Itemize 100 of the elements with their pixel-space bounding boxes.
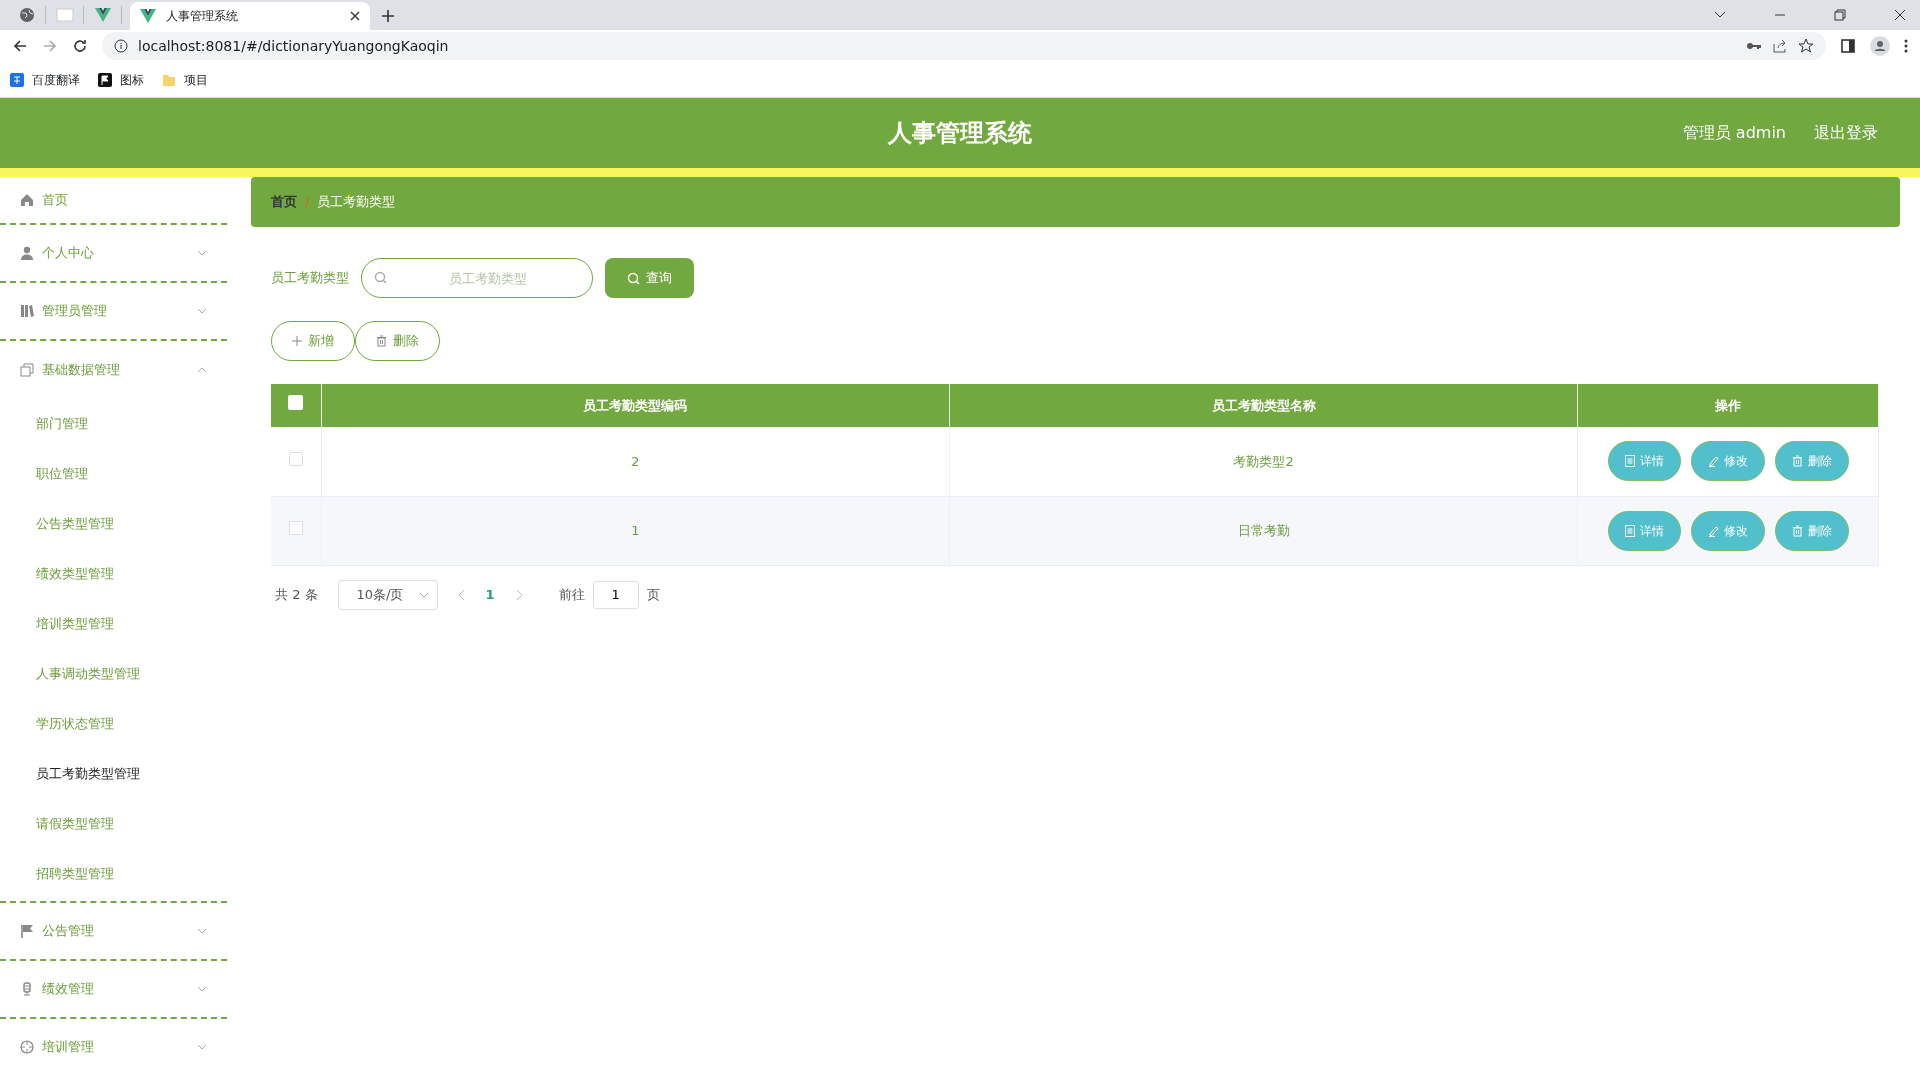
user-icon (20, 246, 34, 260)
translate-icon (10, 72, 24, 87)
profile-icon (1870, 36, 1890, 56)
search-icon (627, 271, 640, 285)
submenu-item[interactable]: 职位管理 (36, 464, 88, 484)
page-unit: 页 (646, 585, 660, 604)
star-icon (1798, 38, 1814, 54)
page-number[interactable]: 1 (485, 584, 495, 605)
details-button[interactable]: 详情 (1607, 441, 1681, 482)
plus-icon (292, 336, 302, 346)
add-button[interactable]: 新增 (271, 321, 355, 361)
flag-icon (20, 924, 34, 938)
v-logo-icon (94, 7, 111, 23)
column-header: 员工考勤类型名称 (1211, 397, 1316, 413)
chevron-up-icon (197, 367, 207, 373)
bookmark[interactable]: 图标 (98, 70, 144, 89)
submenu-item[interactable]: 请假类型管理 (36, 814, 114, 834)
chevron-down-icon (1714, 11, 1726, 19)
breadcrumb-separator: / (305, 193, 310, 212)
sidepanel-icon (1840, 38, 1856, 54)
table-cell: 日常考勤 (1237, 522, 1290, 538)
table-cell: 2 (631, 453, 640, 469)
folder-icon (162, 72, 176, 87)
table-cell: 1 (631, 522, 640, 538)
goto-label: 前往 (558, 585, 585, 604)
search-label: 员工考勤类型 (271, 269, 349, 288)
books-icon (20, 304, 34, 318)
more-icon (1904, 39, 1908, 53)
delete-button[interactable]: 删除 (355, 321, 440, 361)
chevron-down-icon (418, 591, 429, 598)
chevron-down-icon (197, 1044, 207, 1050)
new-tab-icon (382, 9, 394, 22)
delete-button[interactable]: 删除 (1774, 510, 1849, 551)
share-icon (1772, 38, 1788, 54)
table-cell: 考勤类型2 (1233, 453, 1294, 469)
flag-icon (98, 72, 112, 87)
row-checkbox[interactable] (288, 451, 303, 466)
address-bar[interactable]: localhost:8081/#/dictionaryYuangongKaoqin (102, 32, 1826, 60)
microphone-icon (20, 982, 34, 996)
page-size-select[interactable]: 10条/页 (337, 579, 438, 610)
submenu-item[interactable]: 部门管理 (36, 414, 88, 434)
user-label: 管理员 admin (1682, 122, 1786, 144)
chevron-down-icon (197, 250, 207, 256)
restore-icon (1834, 9, 1846, 21)
v-logo-icon (140, 8, 156, 24)
menu-group[interactable]: 个人中心 (20, 243, 207, 263)
menu-group[interactable]: 绩效管理 (20, 979, 207, 999)
trash-icon (1791, 455, 1803, 468)
prev-page-icon (457, 588, 466, 601)
trash-icon (376, 335, 387, 347)
info-icon (114, 39, 128, 53)
trash-icon (1791, 524, 1803, 537)
edit-button[interactable]: 修改 (1690, 510, 1765, 551)
submenu-item[interactable]: 公告类型管理 (36, 514, 114, 534)
chevron-down-icon (197, 928, 207, 934)
bookmark[interactable]: 百度翻译 (10, 70, 80, 89)
query-button[interactable]: 查询 (605, 258, 694, 298)
column-header: 员工考勤类型编码 (583, 397, 688, 413)
submenu-item[interactable]: 招聘类型管理 (36, 864, 114, 884)
reload-icon (72, 38, 88, 54)
submenu-item[interactable]: 绩效类型管理 (36, 564, 114, 584)
submenu-item[interactable]: 员工考勤类型管理 (36, 764, 140, 784)
delete-button[interactable]: 删除 (1774, 441, 1849, 482)
app-title: 人事管理系统 (888, 118, 1032, 149)
next-page-icon (514, 588, 523, 601)
search-field[interactable]: 员工考勤类型 (361, 258, 593, 298)
menu-group[interactable]: 基础数据管理 (20, 360, 207, 380)
submenu-item[interactable]: 学历状态管理 (36, 714, 114, 734)
bookmark[interactable]: 项目 (162, 70, 208, 89)
menu-group[interactable]: 管理员管理 (20, 301, 207, 321)
menu-group[interactable]: 公告管理 (20, 921, 207, 941)
url-text: localhost:8081/#/dictionaryYuangongKaoqin (138, 36, 450, 56)
close-icon (1894, 9, 1906, 21)
row-checkbox[interactable] (288, 520, 303, 535)
crosshair-icon (20, 1040, 34, 1054)
copy-icon (20, 363, 34, 377)
pencil-icon (1707, 455, 1719, 468)
breadcrumb-item[interactable]: 首页 (271, 192, 297, 212)
page-input[interactable]: 1 (592, 580, 639, 609)
document-icon (1624, 524, 1635, 537)
tab-title: 人事管理系统 (166, 8, 239, 25)
pencil-icon (1707, 524, 1719, 537)
submenu-item[interactable]: 人事调动类型管理 (36, 664, 140, 684)
breadcrumb-item: 员工考勤类型 (317, 193, 396, 212)
details-button[interactable]: 详情 (1607, 510, 1681, 551)
back-icon (12, 38, 28, 54)
home-icon (20, 193, 34, 207)
globe-icon (18, 7, 35, 23)
chevron-down-icon (197, 308, 207, 314)
browser-tab[interactable]: 人事管理系统 (130, 2, 370, 30)
search-icon (374, 271, 387, 284)
logout-link[interactable]: 退出登录 (1814, 121, 1878, 145)
document-icon (1624, 455, 1635, 468)
submenu-item[interactable]: 培训类型管理 (36, 614, 114, 634)
close-icon (350, 11, 360, 21)
menu-group[interactable]: 培训管理 (20, 1037, 207, 1057)
select-all-checkbox[interactable] (288, 395, 304, 411)
chevron-down-icon (197, 986, 207, 992)
menu-item[interactable]: 首页 (20, 190, 68, 210)
edit-button[interactable]: 修改 (1690, 441, 1765, 482)
